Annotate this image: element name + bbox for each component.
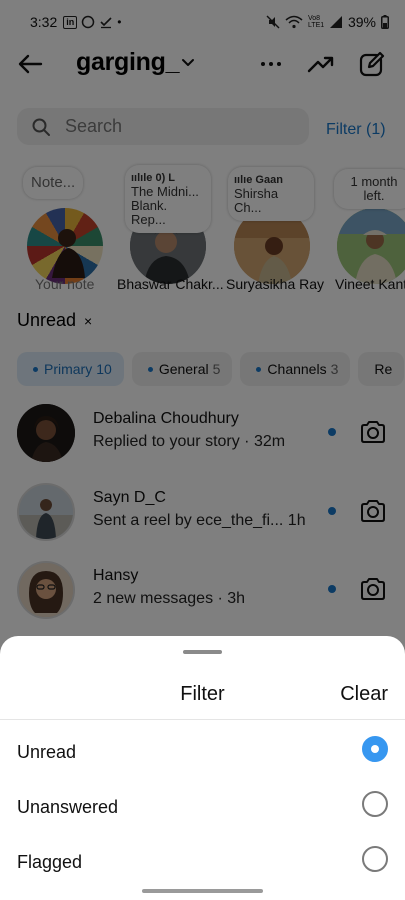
clear-button[interactable]: Clear: [340, 683, 388, 706]
option-label: Unanswered: [17, 797, 119, 817]
radio-unselected[interactable]: [362, 791, 388, 817]
filter-option-flagged[interactable]: Flagged: [0, 844, 405, 884]
inbox-screen: 3:32 in • Vo8 LTE1 39% garging_ Search F…: [0, 0, 405, 900]
divider: [0, 719, 405, 720]
filter-option-unread[interactable]: Unread: [0, 734, 405, 774]
option-label: Unread: [17, 742, 77, 762]
radio-selected[interactable]: [362, 736, 388, 762]
filter-option-unanswered[interactable]: Unanswered: [0, 789, 405, 829]
filter-bottom-sheet: Filter Clear Unread Unanswered Flagged: [0, 636, 405, 900]
option-label: Flagged: [17, 852, 83, 872]
radio-unselected[interactable]: [362, 846, 388, 872]
sheet-drag-handle[interactable]: [183, 650, 222, 654]
gesture-bar: [142, 889, 263, 893]
